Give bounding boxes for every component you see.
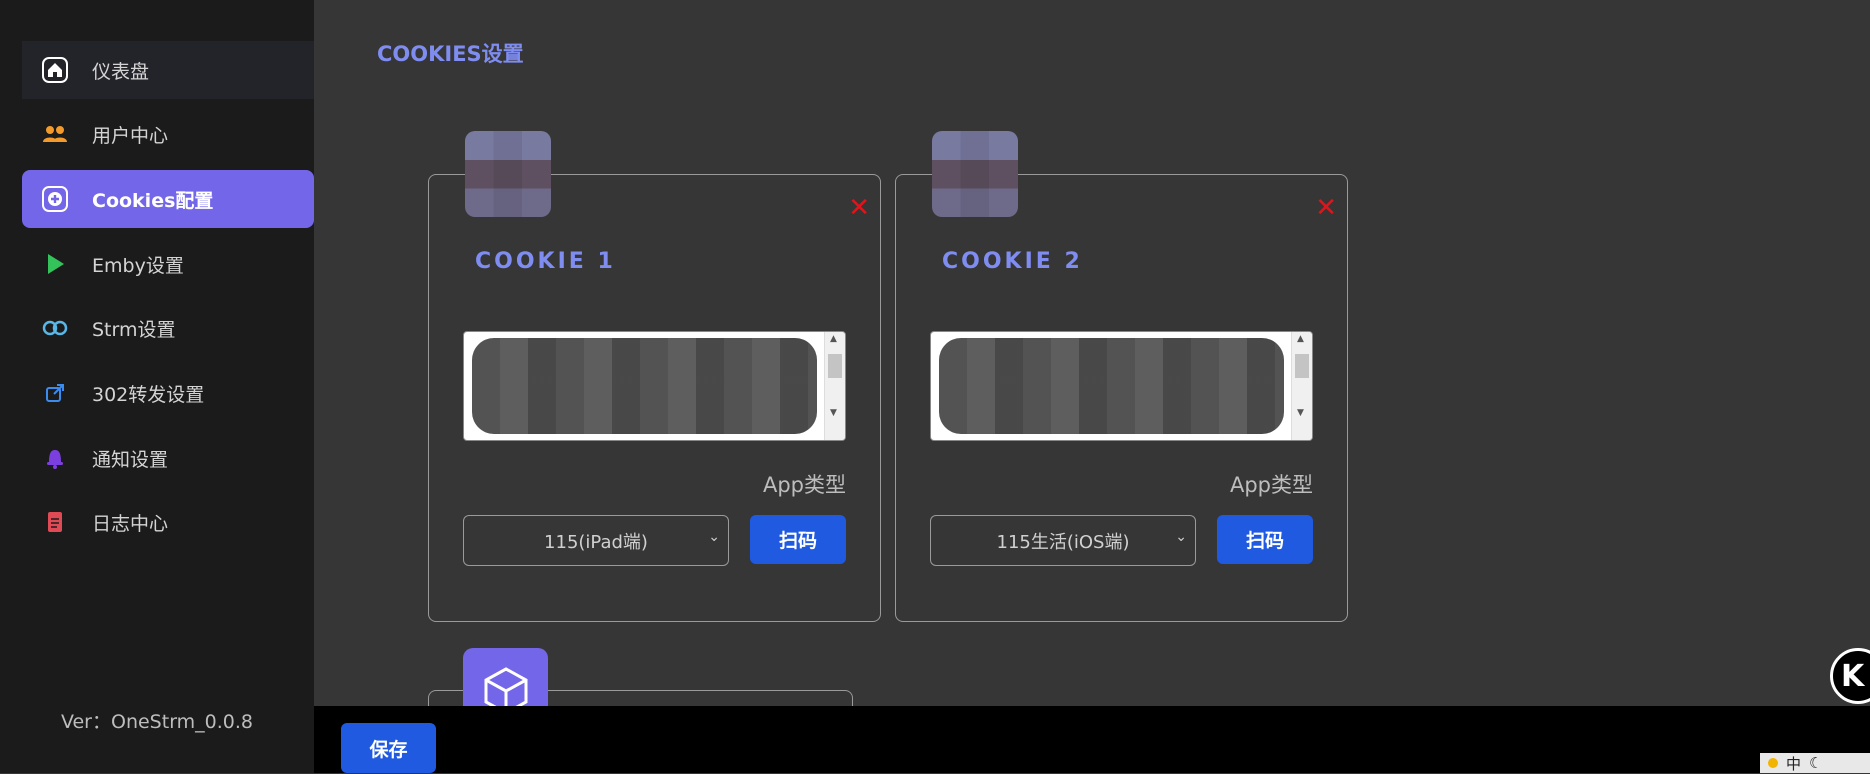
sidebar-item-strm[interactable]: Strm设置 [22, 299, 314, 357]
scan-button[interactable]: 扫码 [1217, 515, 1313, 564]
link-icon [42, 315, 68, 341]
scroll-down-icon[interactable]: ▼ [830, 408, 837, 418]
sidebar-item-cookies[interactable]: Cookies配置 [22, 170, 314, 228]
scroll-thumb[interactable] [828, 354, 842, 378]
app-type-select[interactable]: 115(iPad端) ⌄ [463, 515, 729, 566]
save-button[interactable]: 保存 [341, 723, 436, 773]
select-value: 115生活(iOS端) [996, 531, 1130, 553]
scroll-down-icon[interactable]: ▼ [1297, 408, 1304, 418]
card-title: COOKIE 1 [475, 249, 616, 274]
sidebar-item-label: 仪表盘 [92, 60, 150, 83]
sidebar-item-302[interactable]: 302转发设置 [22, 364, 314, 422]
sidebar: 仪表盘 用户中心 Cookies配置 Emby设置 Strm设置 302转发设置 [0, 0, 314, 773]
ime-language: 中 [1786, 754, 1802, 773]
status-dot-icon [1768, 758, 1778, 768]
chevron-down-icon: ⌄ [1175, 529, 1187, 545]
document-icon [42, 509, 68, 535]
app-type-select[interactable]: 115生活(iOS端) ⌄ [930, 515, 1196, 566]
sidebar-item-notify[interactable]: 通知设置 [22, 429, 314, 487]
bell-icon [42, 445, 68, 471]
cookie-textarea[interactable]: ▲ ▼ [930, 331, 1313, 441]
sidebar-item-dashboard[interactable]: 仪表盘 [22, 41, 314, 99]
card-title: COOKIE 2 [942, 249, 1083, 274]
moon-icon: ☾ [1809, 754, 1823, 772]
cookie-card: ✕ COOKIE 1 ▲ ▼ App类型 115(iPad端) ⌄ 扫码 [428, 131, 881, 622]
app-type-label: App类型 [1229, 473, 1313, 497]
play-icon [42, 251, 68, 277]
scrollbar[interactable]: ▲ ▼ [1291, 332, 1312, 440]
avatar [465, 131, 551, 217]
app-type-label: App类型 [762, 473, 846, 497]
scroll-up-icon[interactable]: ▲ [1297, 334, 1304, 344]
sidebar-item-label: 302转发设置 [92, 383, 205, 406]
external-link-icon [42, 380, 68, 406]
sidebar-item-label: 用户中心 [92, 124, 169, 147]
sidebar-item-label: Strm设置 [92, 318, 176, 341]
close-icon[interactable]: ✕ [848, 195, 870, 221]
sidebar-item-label: 日志中心 [92, 512, 169, 535]
cookie-card: ✕ COOKIE 2 ▲ ▼ App类型 115生活(iOS端) ⌄ 扫码 [895, 131, 1348, 622]
floating-k-button[interactable]: K [1830, 648, 1870, 704]
home-icon [42, 57, 68, 83]
redacted-cookie [472, 338, 817, 434]
version-label: Ver：OneStrm_0.0.8 [60, 711, 254, 733]
scrollbar[interactable]: ▲ ▼ [824, 332, 845, 440]
scroll-thumb[interactable] [1295, 354, 1309, 378]
chevron-down-icon: ⌄ [708, 529, 720, 545]
redacted-cookie [939, 338, 1284, 434]
close-icon[interactable]: ✕ [1315, 195, 1337, 221]
bottom-bar: 保存 [314, 706, 1870, 773]
scan-button[interactable]: 扫码 [750, 515, 846, 564]
sidebar-item-label: 通知设置 [92, 448, 169, 471]
plus-circle-icon [42, 186, 68, 212]
ime-indicator[interactable]: 中 ☾ [1760, 753, 1870, 773]
sidebar-item-label: Emby设置 [92, 254, 184, 277]
sidebar-item-label: Cookies配置 [92, 189, 214, 212]
users-icon [42, 121, 68, 147]
page-title: COOKIES设置 [377, 42, 524, 66]
sidebar-item-logs[interactable]: 日志中心 [22, 493, 314, 551]
cookie-textarea[interactable]: ▲ ▼ [463, 331, 846, 441]
select-value: 115(iPad端) [544, 531, 648, 553]
sidebar-item-users[interactable]: 用户中心 [22, 105, 314, 163]
scroll-up-icon[interactable]: ▲ [830, 334, 837, 344]
avatar [932, 131, 1018, 217]
sidebar-item-emby[interactable]: Emby设置 [22, 235, 314, 293]
